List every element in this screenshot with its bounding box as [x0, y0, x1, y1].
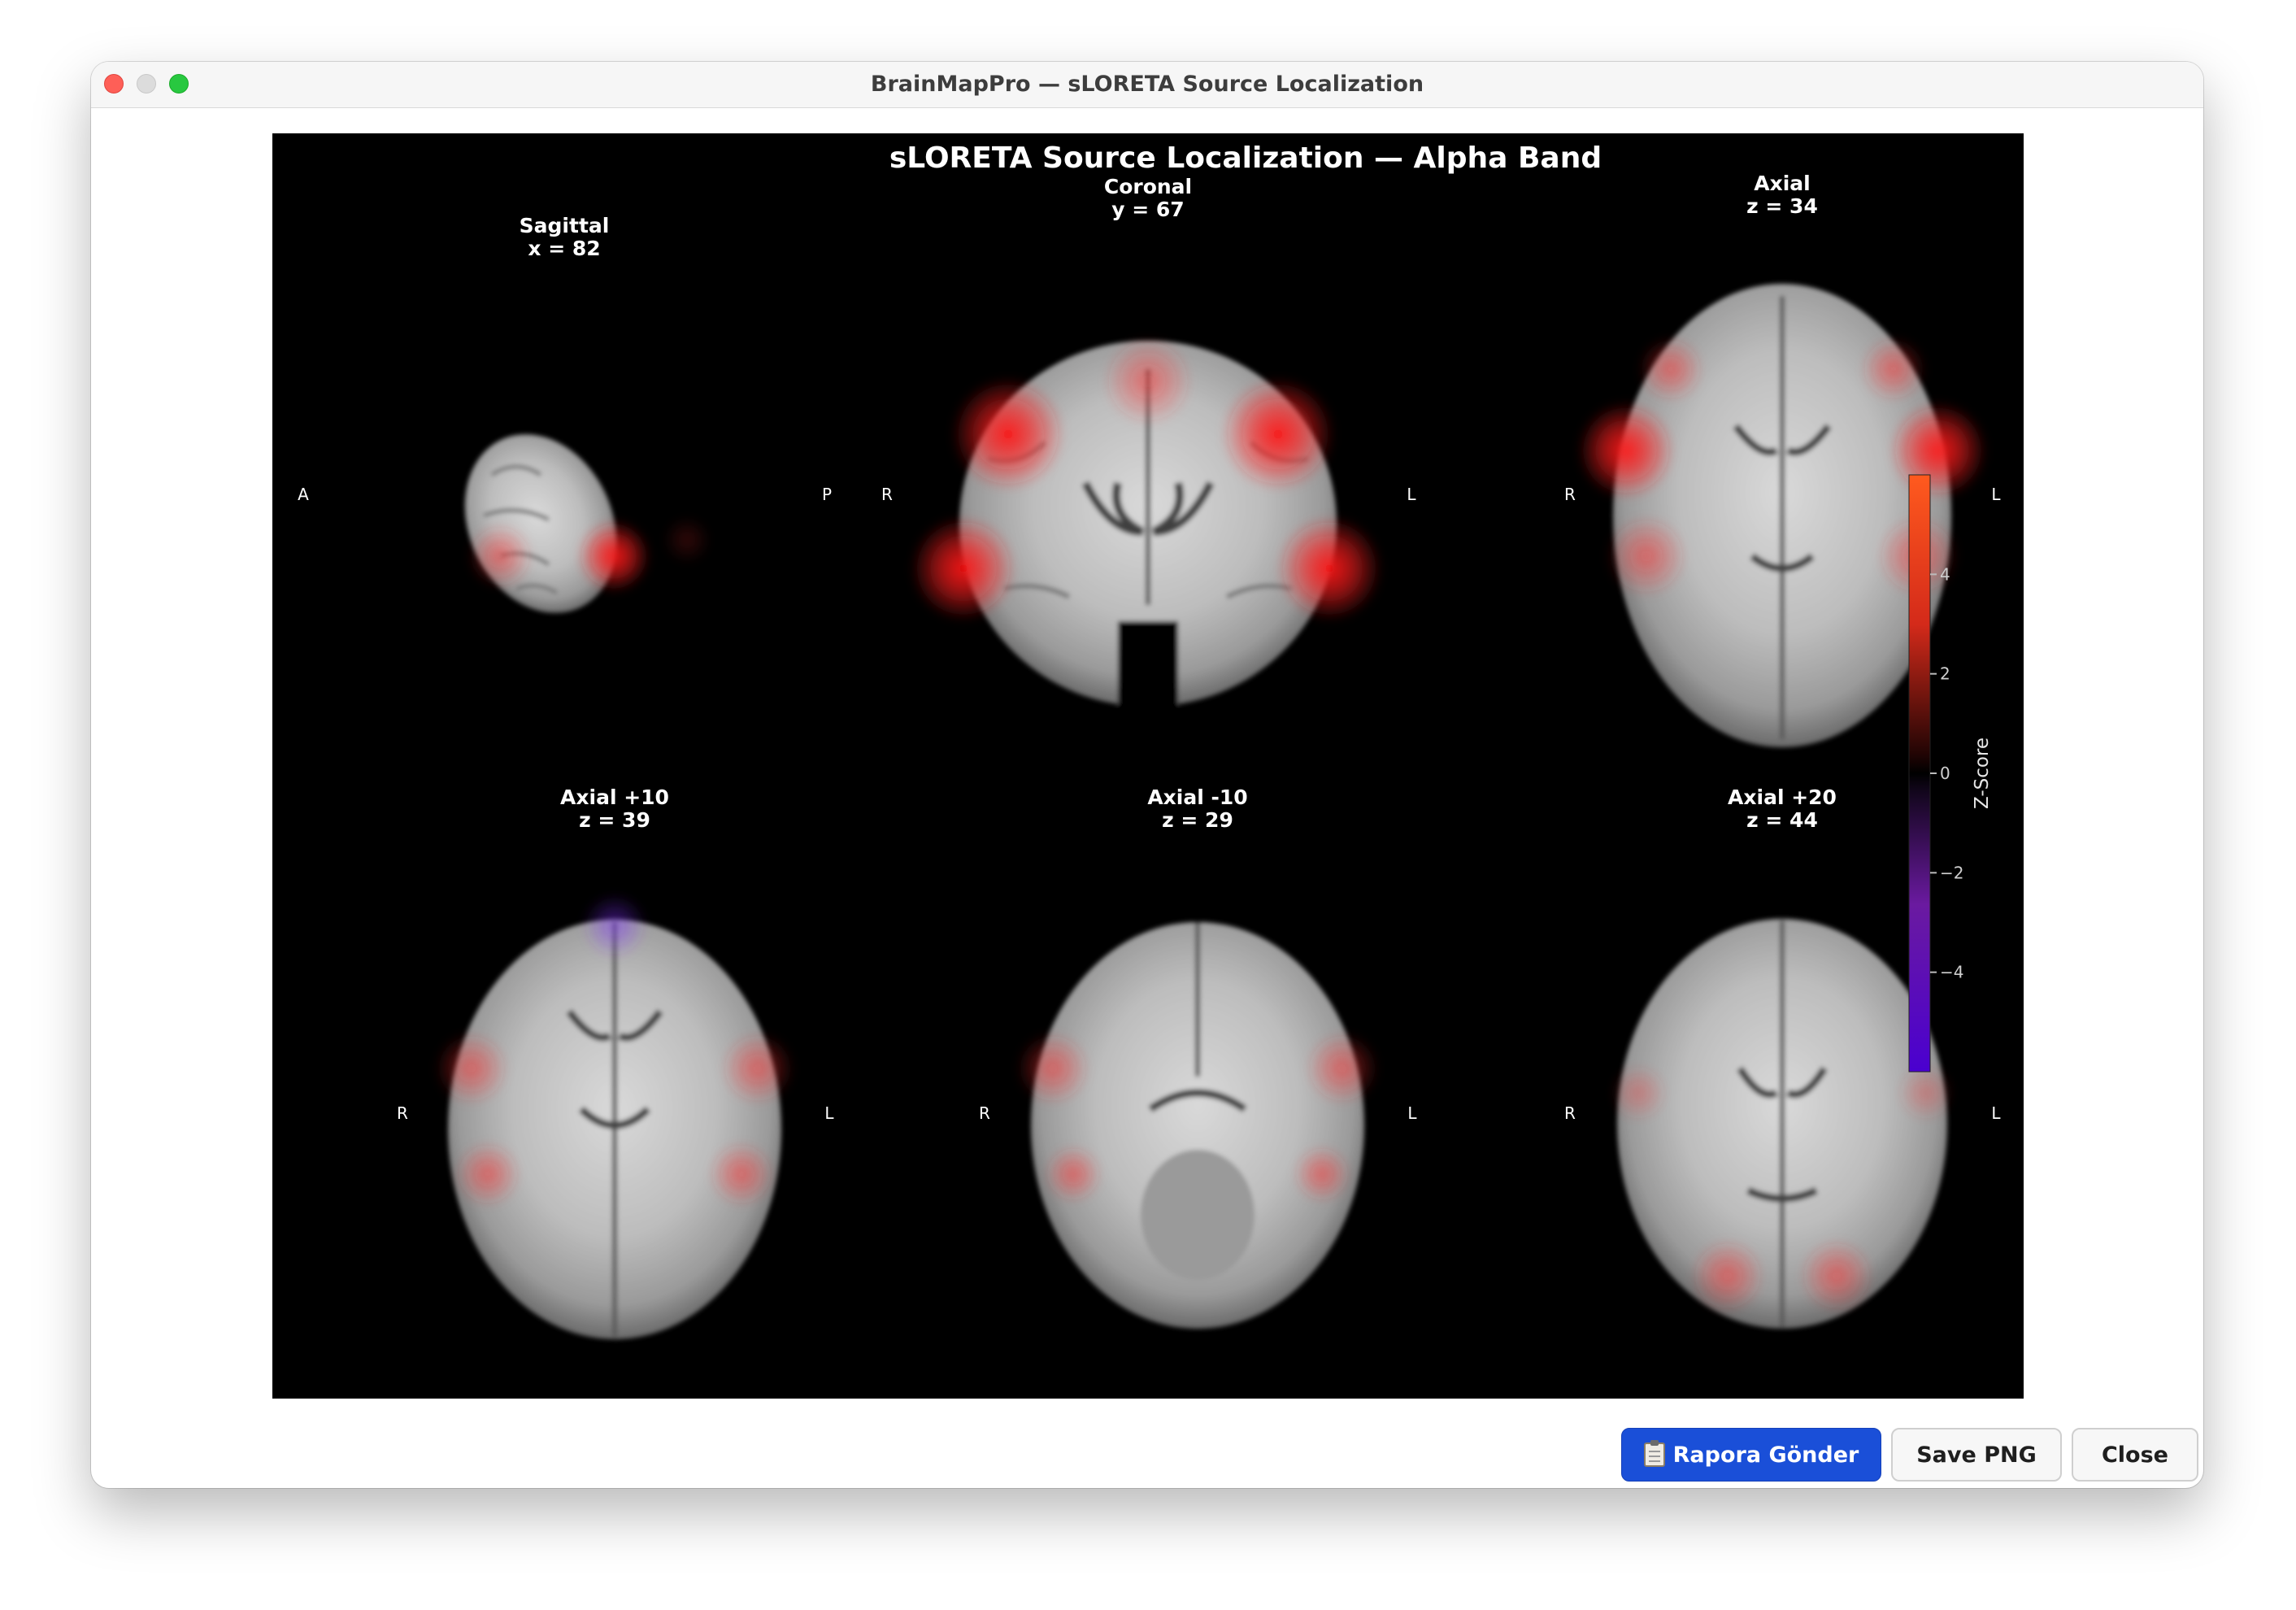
title-bar: BrainMapPro — sLORETA Source Localizatio… — [91, 62, 2203, 108]
colorbar-gradient — [1908, 474, 1931, 1073]
orientation-label-left: R — [1564, 485, 1576, 504]
axial-brain-slice — [435, 894, 794, 1339]
send-to-report-label: Rapora Gönder — [1672, 1442, 1859, 1468]
orientation-label-left: R — [881, 485, 893, 504]
colorbar-tick-label: −2 — [1940, 863, 1963, 882]
orientation-label-right: L — [1407, 485, 1416, 504]
panel-title: Sagittal — [520, 214, 610, 237]
panel-sagittal: Sagittal x = 82 A P — [298, 214, 832, 613]
axial-brain-slice — [1016, 922, 1379, 1329]
colorbar-label: Z-Score — [1972, 738, 1993, 809]
save-png-button[interactable]: Save PNG — [1891, 1428, 2062, 1482]
colorbar-tick-label: 0 — [1940, 764, 1950, 783]
clipboard-icon — [1643, 1440, 1665, 1467]
panel-title: Axial -10 — [1147, 785, 1247, 809]
orientation-label-right: P — [822, 485, 832, 504]
panel-coordinate: z = 29 — [1162, 808, 1233, 832]
brain-map-figure: sLORETA Source Localization — Alpha Band… — [272, 133, 2024, 1399]
panel-title: Axial — [1754, 172, 1810, 195]
close-button[interactable]: Close — [2072, 1428, 2198, 1482]
panel-title: Coronal — [1104, 175, 1192, 198]
panel-coordinate: z = 44 — [1746, 808, 1818, 832]
orientation-label-right: L — [1407, 1103, 1417, 1123]
axial-brain-slice — [1610, 919, 1955, 1329]
orientation-label-left: A — [298, 485, 309, 504]
orientation-label-right: L — [1991, 485, 2001, 504]
colorbar-tick-label: 2 — [1940, 664, 1950, 684]
colorbar-ticks: 4 2 0 −2 −4 — [1930, 564, 1963, 982]
panel-coordinate: x = 82 — [528, 237, 600, 260]
panel-axial-plus-10: Axial +10 z = 39 R L — [397, 785, 834, 1339]
panel-title: Axial +20 — [1728, 785, 1837, 809]
panel-coordinate: z = 39 — [579, 808, 650, 832]
panel-axial: Axial z = 34 R L — [1564, 172, 2001, 747]
panel-axial-plus-20: Axial +20 z = 44 R L — [1564, 785, 2001, 1329]
panel-coronal: Coronal y = 67 R L — [881, 175, 1416, 711]
orientation-label-right: L — [1991, 1103, 2001, 1123]
sagittal-brain-slice — [464, 434, 711, 613]
coronal-brain-slice — [911, 337, 1382, 711]
close-label: Close — [2101, 1442, 2168, 1468]
orientation-label-left: R — [397, 1103, 408, 1123]
colorbar-tick-label: −4 — [1940, 963, 1963, 982]
panel-coordinate: y = 67 — [1111, 198, 1184, 221]
figure-title: sLORETA Source Localization — Alpha Band — [889, 141, 1602, 175]
orientation-label-right: L — [824, 1103, 834, 1123]
panel-axial-minus-10: Axial -10 z = 29 R L — [979, 785, 1417, 1329]
window-title: BrainMapPro — sLORETA Source Localizatio… — [870, 72, 1424, 97]
panel-title: Axial +10 — [560, 785, 669, 809]
orientation-label-left: R — [1564, 1103, 1576, 1123]
send-to-report-button[interactable]: Rapora Gönder — [1621, 1428, 1881, 1482]
figure-canvas: sLORETA Source Localization — Alpha Band… — [298, 141, 2001, 1339]
panel-coordinate: z = 34 — [1746, 194, 1818, 218]
orientation-label-left: R — [979, 1103, 990, 1123]
save-png-label: Save PNG — [1916, 1442, 2037, 1468]
app-window: BrainMapPro — sLORETA Source Localizatio… — [91, 62, 2203, 1488]
colorbar-tick-label: 4 — [1940, 564, 1950, 584]
